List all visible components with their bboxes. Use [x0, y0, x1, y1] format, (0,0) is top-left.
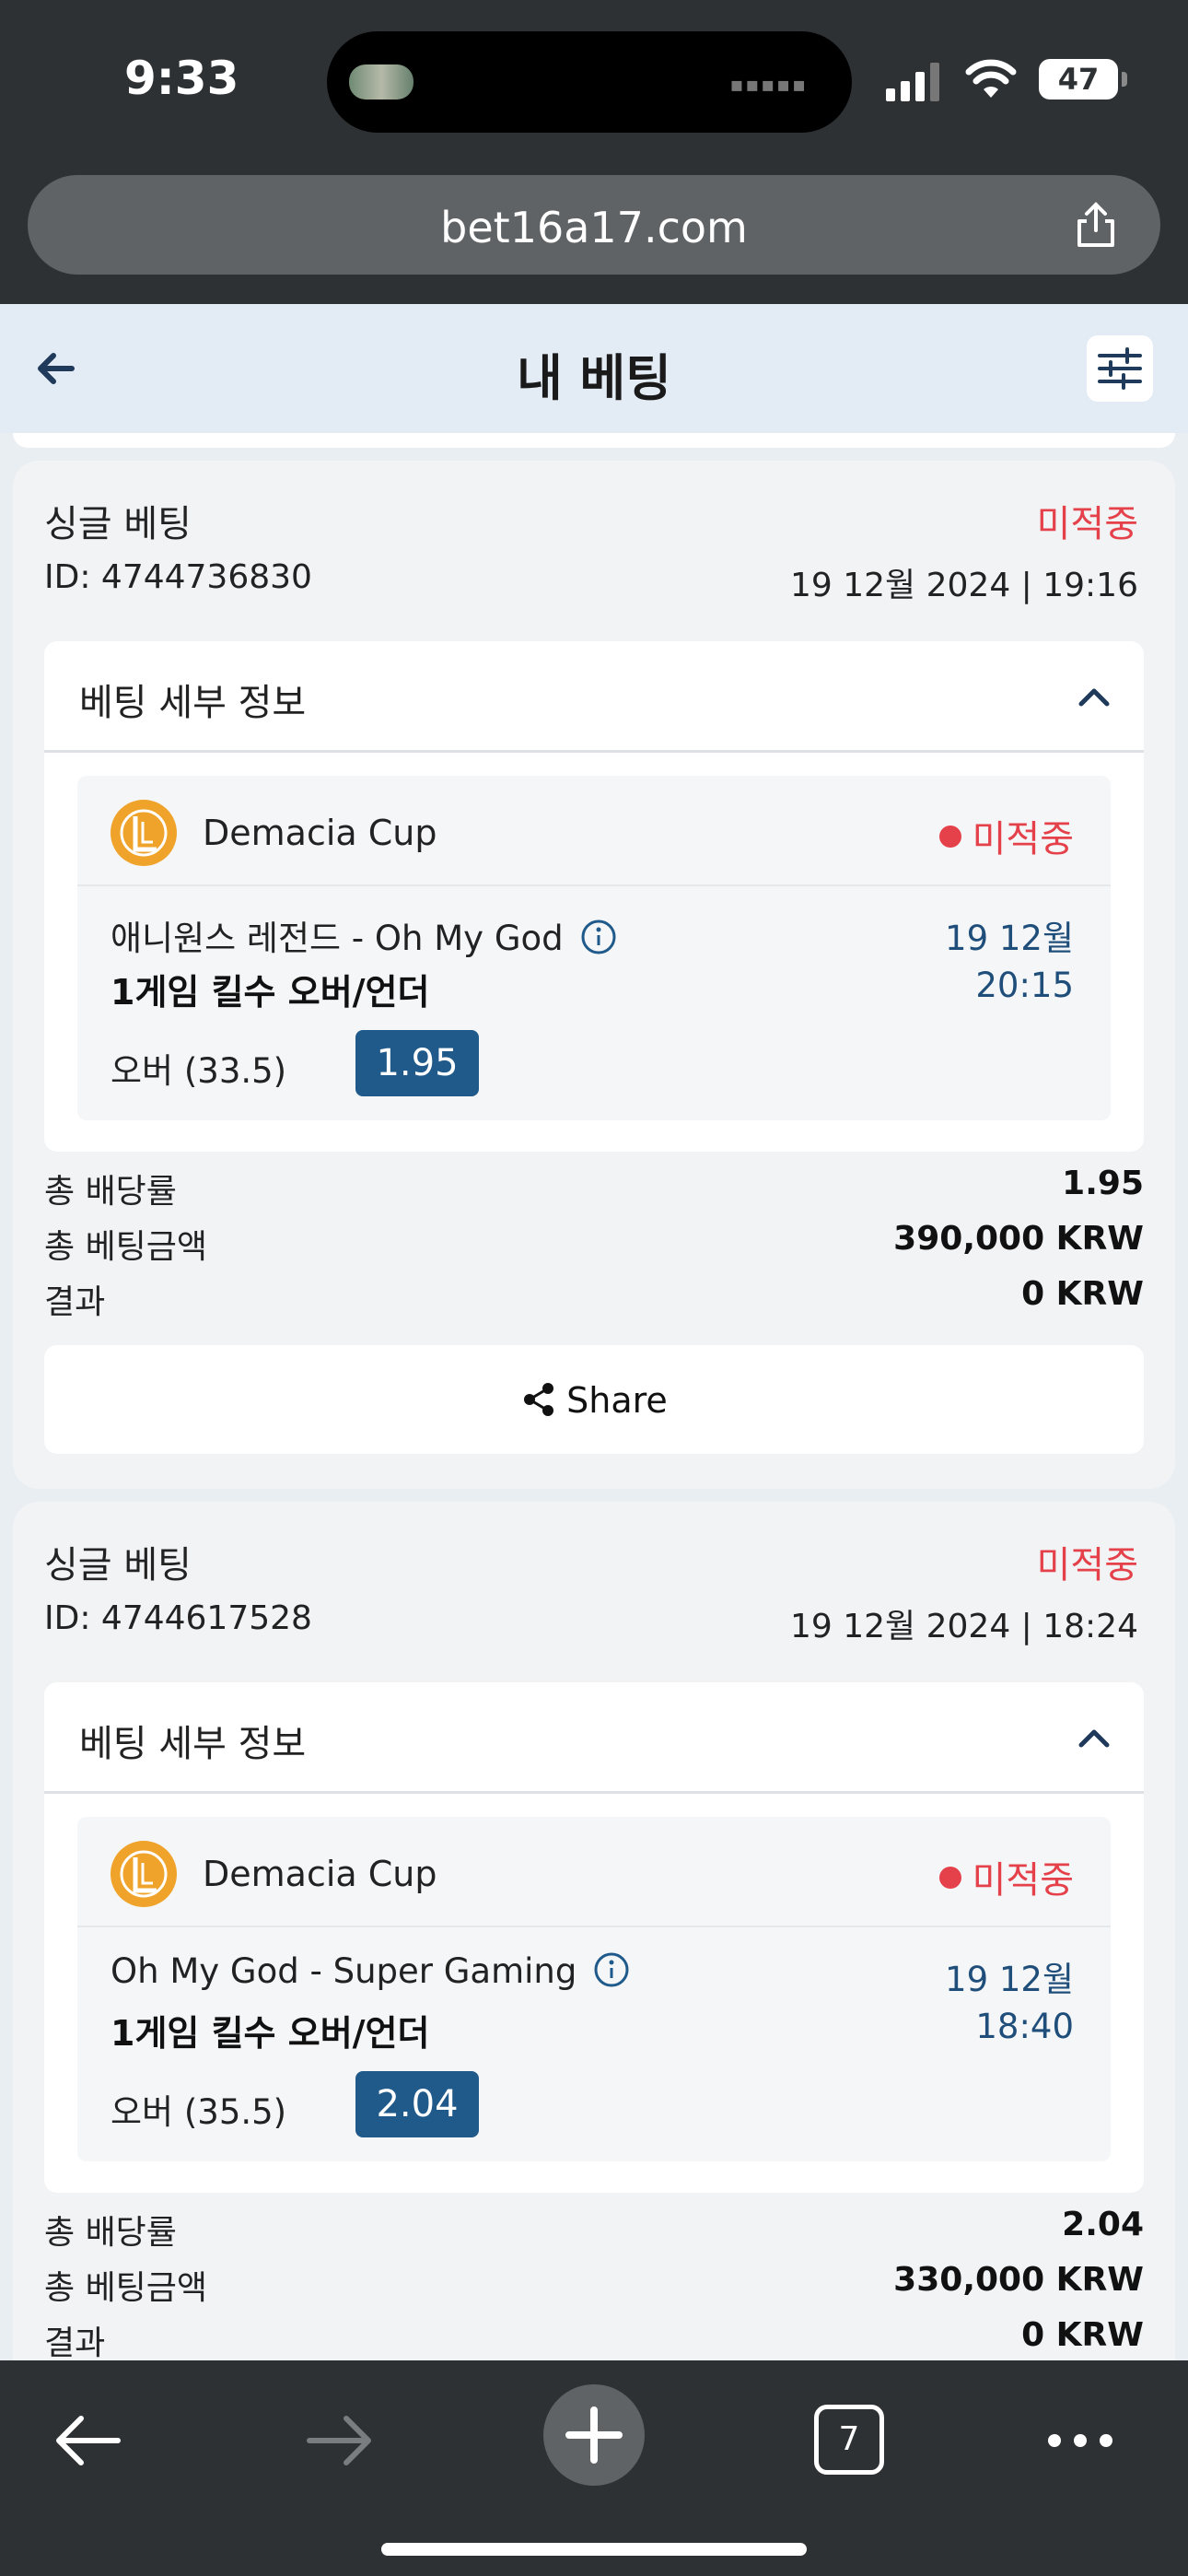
filter-button[interactable]	[1087, 335, 1153, 402]
wifi-icon	[965, 59, 1017, 98]
bet-details-title: 베팅 세부 정보	[79, 682, 307, 724]
bet-datetime: 19 12월 2024 | 19:16	[789, 567, 1138, 604]
chevron-up-icon	[1078, 1729, 1110, 1748]
total-odds-value: 2.04	[1062, 2206, 1144, 2243]
result-label: 결과	[44, 1283, 106, 1321]
match-teams: 애니원스 레전드 - Oh My God	[111, 910, 617, 960]
browser-forward-icon[interactable]	[298, 2399, 381, 2482]
bet-details-panel: 베팅 세부 정보 Demacia Cup 미적중 Oh My God - Sup…	[44, 1682, 1144, 2193]
match-teams-label: 애니원스 레전드 - Oh My God	[111, 919, 564, 958]
league-name: Demacia Cup	[203, 813, 437, 853]
selection-box: Demacia Cup 미적중 Oh My God - Super Gaming…	[77, 1817, 1111, 2161]
total-odds-value: 1.95	[1062, 1165, 1144, 1202]
bet-id: ID: 4744736830	[44, 558, 312, 596]
share-button[interactable]: Share	[44, 1345, 1144, 1454]
total-odds-row: 총 배당률 1.95	[44, 1165, 1144, 1211]
match-time: 18:40	[975, 2007, 1074, 2046]
result-row: 결과 0 KRW	[44, 1275, 1144, 1321]
share-button-content: Share	[44, 1380, 1144, 1421]
bet-details-title: 베팅 세부 정보	[79, 1723, 307, 1765]
stake-value: 330,000 KRW	[893, 2261, 1144, 2299]
bet-card: 싱글 베팅 미적중 ID: 4744617528 19 12월 2024 | 1…	[13, 1502, 1175, 2386]
selection-header: Demacia Cup 미적중	[77, 776, 1111, 886]
league-name: Demacia Cup	[203, 1854, 437, 1894]
previous-card-edge	[13, 433, 1175, 448]
stake-row: 총 베팅금액 390,000 KRW	[44, 1220, 1144, 1266]
result-value: 0 KRW	[1021, 2316, 1144, 2354]
bet-status: 미적중	[1036, 503, 1138, 545]
battery-indicator: 47	[1039, 59, 1127, 100]
info-icon[interactable]	[593, 1951, 630, 1988]
media-thumbnail	[349, 64, 413, 100]
filter-icon	[1098, 347, 1142, 390]
stake-label: 총 베팅금액	[44, 1228, 208, 1266]
waveform-icon: ▪▪▪▪▪	[729, 74, 808, 97]
selection-status: 미적중	[938, 809, 1074, 862]
league-of-legends-icon	[111, 1841, 177, 1907]
info-icon[interactable]	[580, 919, 617, 955]
result-row: 결과 0 KRW	[44, 2316, 1144, 2362]
url-bar[interactable]: bet16a17.com	[28, 175, 1160, 275]
bet-details-panel: 베팅 세부 정보 Demacia Cup 미적중 애니원스 레전드 - Oh M…	[44, 641, 1144, 1152]
status-dot-icon	[938, 825, 961, 848]
status-dot-icon	[938, 1867, 961, 1889]
league-of-legends-icon	[111, 800, 177, 866]
result-label: 결과	[44, 2324, 106, 2362]
status-bar: 9:33 ▪▪▪▪▪ 47	[0, 0, 1188, 166]
selection-box: Demacia Cup 미적중 애니원스 레전드 - Oh My God 19 …	[77, 776, 1111, 1120]
new-tab-button[interactable]	[543, 2384, 645, 2486]
bet-type: 싱글 베팅	[44, 503, 192, 545]
cellular-signal-icon	[886, 61, 941, 101]
share-icon	[524, 1383, 554, 1416]
pick-label: 오버 (33.5)	[111, 1051, 287, 1091]
bet-details-toggle[interactable]: 베팅 세부 정보	[44, 1682, 1144, 1794]
selection-header: Demacia Cup 미적중	[77, 1817, 1111, 1927]
match-date: 19 12월	[945, 919, 1074, 958]
bet-card: 싱글 베팅 미적중 ID: 4744736830 19 12월 2024 | 1…	[13, 461, 1175, 1489]
chevron-up-icon	[1078, 688, 1110, 707]
tabs-button[interactable]: 7	[814, 2405, 884, 2475]
bet-status: 미적중	[1036, 1544, 1138, 1587]
url-text: bet16a17.com	[440, 203, 748, 252]
stake-row: 총 베팅금액 330,000 KRW	[44, 2261, 1144, 2307]
dynamic-island: ▪▪▪▪▪	[327, 31, 852, 133]
more-icon[interactable]	[1039, 2399, 1122, 2482]
odds-badge: 1.95	[355, 1030, 479, 1096]
browser-back-icon[interactable]	[46, 2399, 129, 2482]
app-header: 내 베팅	[0, 304, 1188, 433]
match-teams: Oh My God - Super Gaming	[111, 1951, 630, 1991]
browser-toolbar: 7	[0, 2360, 1188, 2576]
market-name: 1게임 킬수 오버/언더	[111, 2013, 430, 2054]
pick-label: 오버 (35.5)	[111, 2092, 287, 2132]
status-time: 9:33	[124, 52, 239, 105]
market-name: 1게임 킬수 오버/언더	[111, 972, 430, 1013]
selection-status: 미적중	[938, 1850, 1074, 1903]
total-odds-row: 총 배당률 2.04	[44, 2206, 1144, 2252]
stake-label: 총 베팅금액	[44, 2269, 208, 2307]
bet-type: 싱글 베팅	[44, 1544, 192, 1587]
match-teams-label: Oh My God - Super Gaming	[111, 1951, 577, 1991]
selection-status-label: 미적중	[972, 1859, 1074, 1902]
home-indicator	[381, 2543, 807, 2556]
total-odds-label: 총 배당률	[44, 2214, 177, 2252]
selection-status-label: 미적중	[972, 818, 1074, 861]
bet-details-toggle[interactable]: 베팅 세부 정보	[44, 641, 1144, 753]
odds-badge: 2.04	[355, 2071, 479, 2137]
browser-address-area: bet16a17.com	[0, 166, 1188, 304]
plus-icon	[565, 2406, 623, 2464]
stake-value: 390,000 KRW	[893, 1220, 1144, 1258]
total-odds-label: 총 배당률	[44, 1173, 177, 1211]
result-value: 0 KRW	[1021, 1275, 1144, 1313]
match-date: 19 12월	[945, 1960, 1074, 1999]
share-label: Share	[566, 1380, 668, 1421]
page-title: 내 베팅	[517, 349, 671, 407]
bet-id: ID: 4744617528	[44, 1599, 312, 1637]
match-time: 20:15	[975, 966, 1074, 1005]
share-icon[interactable]	[1070, 199, 1122, 251]
bet-datetime: 19 12월 2024 | 18:24	[789, 1608, 1138, 1645]
